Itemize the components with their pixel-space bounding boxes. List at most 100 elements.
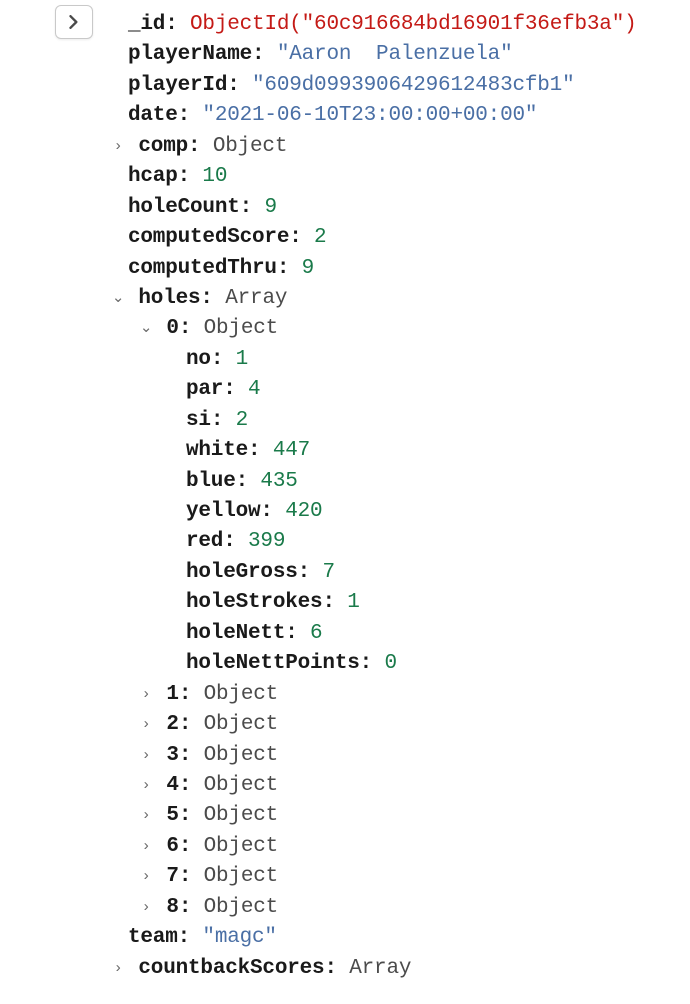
array-item-5[interactable]: › 5: Object xyxy=(0,801,690,831)
caret-right-icon[interactable]: › xyxy=(138,684,154,706)
field-value: 7 xyxy=(322,558,334,588)
field-id[interactable]: _id: ObjectId("60c916684bd16901f36efb3a"… xyxy=(0,10,690,40)
field-key: _id xyxy=(128,10,165,40)
document-tree: _id: ObjectId("60c916684bd16901f36efb3a"… xyxy=(0,0,690,1004)
caret-right-icon[interactable]: › xyxy=(138,866,154,888)
field-value: "magc" xyxy=(202,923,276,953)
array-index: 4 xyxy=(166,771,178,801)
field-par[interactable]: par: 4 xyxy=(0,375,690,405)
field-no[interactable]: no: 1 xyxy=(0,345,690,375)
field-hcap[interactable]: hcap: 10 xyxy=(0,162,690,192)
field-key: countbackScores xyxy=(138,954,324,984)
array-index: 3 xyxy=(166,741,178,771)
field-key: red xyxy=(186,527,223,557)
field-holeCount[interactable]: holeCount: 9 xyxy=(0,193,690,223)
caret-right-icon[interactable]: › xyxy=(110,136,126,158)
field-value: Array xyxy=(349,954,411,984)
field-holeNett[interactable]: holeNett: 6 xyxy=(0,619,690,649)
array-index: 6 xyxy=(166,832,178,862)
field-key: white xyxy=(186,436,248,466)
field-date[interactable]: date: "2021-06-10T23:00:00+00:00" xyxy=(0,101,690,131)
array-index: 8 xyxy=(166,893,178,923)
field-value: 6 xyxy=(310,619,322,649)
field-key: yellow xyxy=(186,497,260,527)
field-value: Object xyxy=(204,801,278,831)
field-key: holes xyxy=(138,284,200,314)
field-value: "2021-06-10T23:00:00+00:00" xyxy=(202,101,537,131)
caret-right-icon[interactable]: › xyxy=(138,836,154,858)
array-item-4[interactable]: › 4: Object xyxy=(0,771,690,801)
field-holes[interactable]: ⌄ holes: Array xyxy=(0,284,690,314)
array-item-3[interactable]: › 3: Object xyxy=(0,741,690,771)
caret-right-icon[interactable]: › xyxy=(138,714,154,736)
field-value: 420 xyxy=(285,497,322,527)
caret-right-icon[interactable]: › xyxy=(138,775,154,797)
field-value: Object xyxy=(204,832,278,862)
field-value: 399 xyxy=(248,527,285,557)
field-yellow[interactable]: yellow: 420 xyxy=(0,497,690,527)
array-index: 2 xyxy=(166,710,178,740)
field-holeGross[interactable]: holeGross: 7 xyxy=(0,558,690,588)
field-holeNettPoints[interactable]: holeNettPoints: 0 xyxy=(0,649,690,679)
field-si[interactable]: si: 2 xyxy=(0,406,690,436)
chevron-right-icon xyxy=(68,15,80,29)
array-item-0[interactable]: ⌄ 0: Object xyxy=(0,314,690,344)
field-value: Object xyxy=(204,710,278,740)
expand-document-button[interactable] xyxy=(55,5,93,39)
field-playerName[interactable]: playerName: "Aaron Palenzuela" xyxy=(0,40,690,70)
field-key: holeNettPoints xyxy=(186,649,360,679)
field-comp[interactable]: › comp: Object xyxy=(0,132,690,162)
field-value: Object xyxy=(204,862,278,892)
field-value: 4 xyxy=(248,375,260,405)
field-key: si xyxy=(186,406,211,436)
field-value: 435 xyxy=(260,467,297,497)
caret-right-icon[interactable]: › xyxy=(138,805,154,827)
array-item-8[interactable]: › 8: Object xyxy=(0,893,690,923)
array-index: 0 xyxy=(166,314,178,344)
caret-right-icon[interactable]: › xyxy=(138,897,154,919)
array-index: 5 xyxy=(166,801,178,831)
field-key: team xyxy=(128,923,178,953)
field-key: holeGross xyxy=(186,558,298,588)
field-key: playerName xyxy=(128,40,252,70)
field-blue[interactable]: blue: 435 xyxy=(0,467,690,497)
field-key: blue xyxy=(186,467,236,497)
array-item-7[interactable]: › 7: Object xyxy=(0,862,690,892)
field-key: date xyxy=(128,101,178,131)
caret-down-icon[interactable]: ⌄ xyxy=(110,288,126,310)
field-value: Object xyxy=(204,314,278,344)
field-value: 1 xyxy=(347,588,359,618)
field-holeStrokes[interactable]: holeStrokes: 1 xyxy=(0,588,690,618)
field-value: 9 xyxy=(302,254,314,284)
field-value: 2 xyxy=(236,406,248,436)
caret-right-icon[interactable]: › xyxy=(110,958,126,980)
caret-right-icon[interactable]: › xyxy=(138,745,154,767)
field-playerId[interactable]: playerId: "609d0993906429612483cfb1" xyxy=(0,71,690,101)
field-key: no xyxy=(186,345,211,375)
field-key: playerId xyxy=(128,71,227,101)
field-key: comp xyxy=(138,132,188,162)
field-key: holeStrokes xyxy=(186,588,322,618)
field-white[interactable]: white: 447 xyxy=(0,436,690,466)
field-value: Object xyxy=(204,741,278,771)
field-value: 2 xyxy=(314,223,326,253)
field-computedThru[interactable]: computedThru: 9 xyxy=(0,254,690,284)
array-index: 7 xyxy=(166,862,178,892)
field-team[interactable]: team: "magc" xyxy=(0,923,690,953)
field-key: holeNett xyxy=(186,619,285,649)
field-value: "Aaron Palenzuela" xyxy=(277,40,513,70)
field-value: 1 xyxy=(236,345,248,375)
field-value: 10 xyxy=(202,162,227,192)
field-countbackScores[interactable]: › countbackScores: Array xyxy=(0,954,690,984)
field-key: holeCount xyxy=(128,193,240,223)
caret-down-icon[interactable]: ⌄ xyxy=(138,318,154,340)
field-value: 9 xyxy=(264,193,276,223)
array-item-2[interactable]: › 2: Object xyxy=(0,710,690,740)
field-red[interactable]: red: 399 xyxy=(0,527,690,557)
array-item-1[interactable]: › 1: Object xyxy=(0,680,690,710)
field-key: hcap xyxy=(128,162,178,192)
field-key: computedScore xyxy=(128,223,289,253)
field-computedScore[interactable]: computedScore: 2 xyxy=(0,223,690,253)
field-value: Object xyxy=(213,132,287,162)
array-item-6[interactable]: › 6: Object xyxy=(0,832,690,862)
